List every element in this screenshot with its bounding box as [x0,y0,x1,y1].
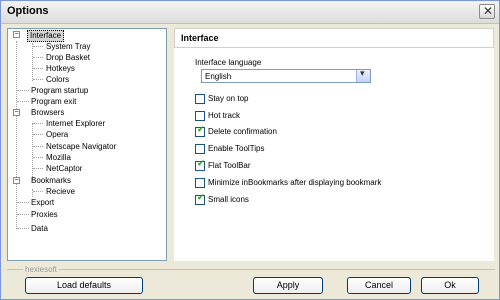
tree-connector [32,123,33,181]
tree-connector [17,90,29,91]
tree-connector [17,228,29,229]
options-window: Options ✕ − Interface System Tray Drop B… [0,0,500,300]
tree-connector [16,41,17,229]
cancel-button[interactable]: Cancel [347,277,411,294]
tree-connector [33,57,43,58]
tree-item-colors[interactable]: Colors [46,74,69,85]
tree-connector [17,214,29,215]
flat-toolbar-checkbox[interactable]: ✔ [195,159,205,171]
apply-button[interactable]: Apply [253,277,323,294]
tree-item-program-startup[interactable]: Program startup [31,85,88,96]
tree-item-bookmarks[interactable]: Bookmarks [31,175,71,186]
tree-item-system-tray[interactable]: System Tray [46,41,90,52]
tree-item-program-exit[interactable]: Program exit [31,96,76,107]
minimize-bookmarks-checkbox[interactable] [195,178,205,188]
language-value: English [205,72,232,81]
small-icons-checkbox[interactable]: ✔ [195,193,205,205]
close-button[interactable]: ✕ [479,4,495,19]
tree-connector [33,123,43,124]
options-tree[interactable]: − Interface System Tray Drop Basket Hotk… [7,28,167,261]
tree-connector [33,168,43,169]
tree-connector [17,101,29,102]
checkmark-icon: ✔ [197,193,205,203]
collapse-icon[interactable]: − [13,177,20,184]
language-select[interactable]: English ▾ [201,69,371,83]
stay-on-top-label: Stay on top [208,94,249,103]
checkmark-icon: ✔ [197,125,205,135]
delete-confirmation-checkbox[interactable]: ✔ [195,125,205,137]
tree-item-internet-explorer[interactable]: Internet Explorer [46,118,105,129]
language-label: Interface language [195,58,262,67]
flat-toolbar-label: Flat ToolBar [208,161,251,170]
tree-item-data[interactable]: Data [31,223,48,234]
tree-item-proxies[interactable]: Proxies [31,209,58,220]
hot-track-label: Hot track [208,111,241,120]
window-title: Options [7,5,49,17]
tree-item-opera[interactable]: Opera [46,129,68,140]
checkmark-icon: ✔ [197,159,205,169]
tree-connector [32,43,33,81]
tree-item-hotkeys[interactable]: Hotkeys [46,63,75,74]
tree-connector [33,46,43,47]
ok-button[interactable]: Ok [421,277,479,294]
tree-item-browsers[interactable]: Browsers [31,107,64,118]
tree-item-netcaptor[interactable]: NetCaptor [46,163,82,174]
enable-tooltips-label: Enable ToolTips [208,144,265,153]
tree-item-export[interactable]: Export [31,197,54,208]
panel-title: Interface [181,33,219,43]
tree-connector [33,191,43,192]
delete-confirmation-label: Delete confirmation [208,127,277,136]
tree-item-recieve[interactable]: Recieve [46,186,75,197]
tree-item-drop-basket[interactable]: Drop Basket [46,52,90,63]
small-icons-label: Small icons [208,195,249,204]
tree-connector [33,79,43,80]
dropdown-button[interactable]: ▾ [356,69,370,82]
title-bar: Options ✕ [1,1,499,24]
brand-label: hexiesoft [23,265,60,274]
tree-connector [33,157,43,158]
minimize-bookmarks-label: Minimize inBookmarks after displaying bo… [208,178,382,187]
collapse-icon[interactable]: − [13,31,20,38]
stay-on-top-checkbox[interactable] [195,94,205,104]
collapse-icon[interactable]: − [13,109,20,116]
close-icon: ✕ [483,4,494,18]
tree-item-mozilla[interactable]: Mozilla [46,152,71,163]
load-defaults-button[interactable]: Load defaults [25,277,143,294]
tree-connector [33,68,43,69]
hot-track-checkbox[interactable] [195,111,205,121]
chevron-down-icon: ▾ [360,69,365,79]
footer-divider [7,269,495,270]
tree-connector [33,146,43,147]
tree-item-netscape-navigator[interactable]: Netscape Navigator [46,141,116,152]
tree-connector [33,134,43,135]
panel-header: Interface [174,28,494,48]
tree-connector [17,202,29,203]
enable-tooltips-checkbox[interactable] [195,144,205,154]
